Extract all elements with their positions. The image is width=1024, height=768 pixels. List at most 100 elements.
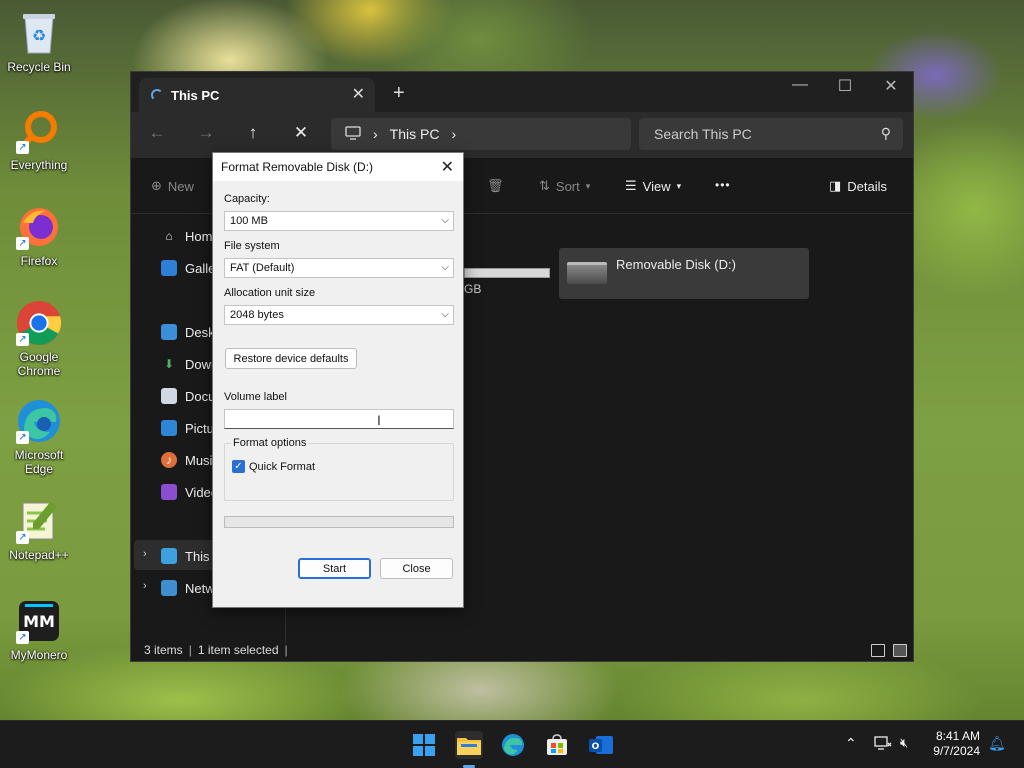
start-button[interactable] (410, 731, 438, 759)
view-label: View (642, 178, 671, 194)
desktop-icon-notepadpp[interactable]: ↗ Notepad++ (4, 498, 74, 562)
desktop-icon-label: Recycle Bin (7, 60, 71, 74)
desktop-icon-chrome[interactable]: ↗ Google Chrome (4, 300, 74, 378)
view-list-icon: ☰ (625, 178, 637, 193)
breadcrumb[interactable]: This PC (390, 126, 440, 142)
sidebar-item-home[interactable]: ⌂ Hom (161, 226, 212, 246)
maximize-button[interactable]: ☐ (830, 76, 860, 96)
capacity-select[interactable]: 100 MB ⌵ (224, 211, 454, 231)
filesystem-label: File system (224, 240, 280, 252)
close-button[interactable]: Close (380, 558, 453, 579)
dialog-close-icon[interactable]: ✕ (441, 157, 454, 177)
chevron-down-icon: ⌵ (441, 309, 449, 320)
new-tab-button[interactable]: + (393, 82, 405, 105)
text-cursor-icon: I (377, 412, 381, 428)
sidebar-item-documents[interactable]: Docu (161, 386, 215, 406)
forward-button[interactable]: → (194, 123, 218, 143)
desktop-icon-recycle-bin[interactable]: ♻ Recycle Bin (4, 10, 74, 74)
address-bar[interactable]: › This PC › (331, 118, 631, 150)
sidebar-item-downloads[interactable]: ⬇ Down (161, 354, 218, 374)
quick-format-label: Quick Format (249, 460, 316, 473)
network-icon (161, 580, 177, 596)
search-placeholder: Search This PC (654, 126, 752, 142)
mymonero-icon: MM ↗ (16, 598, 62, 644)
search-box[interactable]: Search This PC ⚲ (639, 118, 903, 150)
view-button[interactable]: ☰ View ▾ (625, 178, 681, 194)
status-bar: 3 items | 1 item selected | (131, 639, 913, 661)
allocation-unit-select[interactable]: 2048 bytes ⌵ (224, 305, 454, 325)
restore-defaults-button[interactable]: Restore device defaults (225, 348, 357, 369)
sort-button[interactable]: ⇅ Sort ▾ (539, 178, 590, 194)
delete-button[interactable]: 🗑 (487, 178, 504, 194)
sidebar-item-network[interactable]: Netw (161, 578, 215, 598)
removable-drive-icon (567, 262, 607, 284)
sidebar-item-videos[interactable]: Video (161, 482, 218, 502)
chevron-right-icon[interactable]: › (451, 126, 456, 142)
download-icon: ⬇ (163, 357, 175, 371)
start-button[interactable]: Start (298, 558, 371, 579)
notification-bell-icon[interactable]: 🔔︎ (988, 735, 1006, 752)
stop-loading-button[interactable]: ✕ (289, 123, 313, 143)
details-pane-icon: ◨ (829, 178, 842, 193)
minimize-button[interactable]: — (785, 76, 815, 94)
tab-close-icon[interactable]: ✕ (352, 84, 365, 104)
chevron-right-icon[interactable]: › (143, 548, 147, 560)
system-clock[interactable]: 8:41 AM 9/7/2024 (933, 729, 980, 759)
network-status-icon[interactable] (874, 735, 892, 754)
clock-date: 9/7/2024 (933, 744, 980, 758)
volume-muted-icon[interactable]: 🔇︎ (900, 735, 908, 751)
trash-icon: 🗑 (487, 178, 504, 193)
chevron-right-icon[interactable]: › (143, 580, 147, 592)
notepadpp-icon: ↗ (16, 498, 62, 544)
filesystem-select[interactable]: FAT (Default) ⌵ (224, 258, 454, 278)
taskbar-store[interactable] (543, 731, 571, 759)
sidebar-item-gallery[interactable]: Galle (161, 258, 215, 278)
desktop-icon-firefox[interactable]: ↗ Firefox (4, 204, 74, 268)
sidebar-item-music[interactable]: ♪ Music (161, 450, 219, 470)
chevron-down-icon: ▾ (676, 180, 682, 191)
tiles-view-toggle[interactable] (893, 644, 907, 657)
home-icon: ⌂ (165, 229, 173, 243)
show-hidden-icons-button[interactable]: ⌃ (845, 735, 857, 752)
firefox-icon: ↗ (16, 204, 62, 250)
window-close-button[interactable]: ✕ (876, 76, 906, 96)
sidebar-item-this-pc[interactable]: This I (161, 546, 217, 566)
sidebar-item-desktop[interactable]: Deskt (161, 322, 218, 342)
format-progress-bar (224, 516, 454, 528)
shortcut-arrow-icon: ↗ (16, 237, 29, 250)
desktop-icon-label: Microsoft Edge (14, 448, 64, 476)
new-button[interactable]: ⊕ New (151, 178, 194, 194)
tab-this-pc[interactable]: This PC ✕ (139, 78, 375, 112)
chevron-down-icon: ▾ (585, 180, 591, 191)
details-pane-button[interactable]: ◨ Details (829, 178, 887, 194)
new-label: New (167, 178, 194, 194)
desktop-icon-label: Firefox (20, 254, 58, 268)
edge-icon: ↗ (16, 398, 62, 444)
sidebar-item-label: Hom (185, 228, 213, 244)
desktop-icon-mymonero[interactable]: MM ↗ MyMonero (4, 598, 74, 662)
quick-format-checkbox[interactable]: ✓ Quick Format (232, 460, 315, 473)
pictures-icon (161, 420, 177, 436)
format-options-label: Format options (231, 437, 309, 449)
capacity-label: Capacity: (224, 193, 270, 205)
video-icon (161, 484, 177, 500)
taskbar-outlook[interactable]: O (587, 731, 615, 759)
back-button[interactable]: ← (145, 123, 169, 143)
document-icon (161, 388, 177, 404)
details-view-toggle[interactable] (871, 644, 885, 657)
taskbar-edge[interactable] (499, 731, 527, 759)
volume-label-label: Volume label (224, 391, 287, 403)
volume-label-input[interactable] (224, 409, 454, 429)
computer-icon (161, 548, 177, 564)
more-options-button[interactable]: ••• (715, 178, 731, 192)
sidebar-item-pictures[interactable]: Pictu (161, 418, 214, 438)
allocation-unit-value: 2048 bytes (230, 309, 284, 321)
svg-text:O: O (592, 742, 600, 752)
plus-circle-icon: ⊕ (151, 178, 162, 193)
taskbar-file-explorer[interactable] (455, 731, 483, 759)
desktop-icon-everything[interactable]: ↗ Everything (4, 108, 74, 172)
up-button[interactable]: ↑ (241, 123, 265, 143)
removable-disk-item[interactable]: Removable Disk (D:) (559, 248, 809, 299)
desktop-icon-label: Google Chrome (17, 350, 61, 378)
desktop-icon-edge[interactable]: ↗ Microsoft Edge (4, 398, 74, 476)
